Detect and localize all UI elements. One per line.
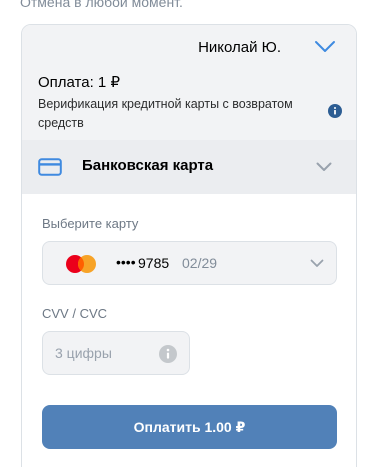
cvv-label: CVV / CVC (42, 306, 108, 321)
verification-text: Верификация кредитной карты с возвратом … (38, 97, 293, 130)
payment-panel: Николай Ю. Оплата: 1 ₽ Верификация креди… (21, 24, 357, 467)
pay-button[interactable]: Оплатить 1.00 ₽ (42, 405, 337, 449)
info-icon[interactable] (159, 345, 177, 363)
card-last-digits: 9785 (138, 255, 170, 271)
cvv-input[interactable] (44, 333, 154, 373)
mastercard-logo (66, 255, 96, 273)
payment-amount: Оплата: 1 ₽ (38, 74, 120, 91)
cvv-field (42, 331, 190, 375)
card-select[interactable]: •••• 9785 02/29 (42, 241, 337, 285)
payment-method-bank-card[interactable]: Банковская карта (22, 140, 356, 194)
info-icon[interactable] (328, 104, 342, 118)
cancel-anytime-note: Отмена в любой момент. (20, 0, 183, 10)
payment-summary: Николай Ю. Оплата: 1 ₽ Верификация креди… (22, 25, 356, 140)
chevron-down-icon[interactable] (314, 40, 336, 54)
chevron-down-icon (310, 259, 324, 267)
card-number-mask: •••• (116, 254, 136, 270)
chevron-down-icon (316, 162, 332, 171)
card-select-label: Выберите карту (42, 216, 139, 231)
card-expiry: 02/29 (182, 255, 218, 271)
payment-page: Отмена в любой момент. Николай Ю. Оплата… (0, 0, 370, 467)
payment-method-label: Банковская карта (82, 157, 214, 174)
bank-card-icon (38, 158, 62, 176)
user-name: Николай Ю. (198, 39, 281, 56)
